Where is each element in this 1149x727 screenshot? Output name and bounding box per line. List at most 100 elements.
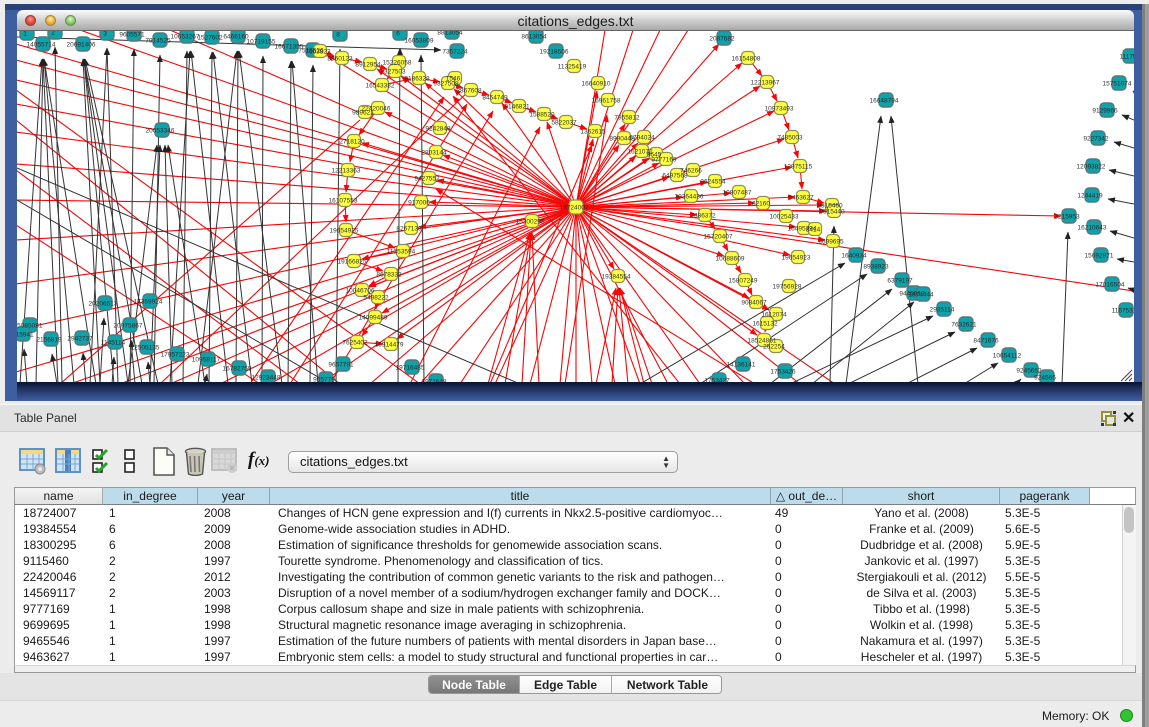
svg-text:1167531: 1167531 (1112, 308, 1134, 315)
svg-text:1753427: 1753427 (704, 378, 730, 383)
svg-text:16154808: 16154808 (732, 56, 761, 63)
svg-text:924565: 924565 (1034, 375, 1056, 382)
svg-text:9699695: 9699695 (818, 239, 844, 246)
svg-text:15300295: 15300295 (516, 219, 545, 226)
svg-text:6: 6 (396, 31, 400, 38)
svg-text:16543382: 16543382 (366, 83, 395, 90)
svg-text:15751074: 15751074 (1103, 81, 1132, 88)
svg-text:5822037: 5822037 (551, 120, 577, 127)
svg-text:2087682: 2087682 (709, 36, 735, 43)
svg-text:8613054: 8613054 (521, 34, 547, 41)
svg-text:917006: 917006 (408, 200, 430, 207)
svg-text:8938923: 8938923 (863, 264, 889, 271)
svg-text:12923448: 12923448 (252, 375, 281, 382)
svg-text:16961758: 16961758 (592, 98, 621, 105)
svg-text:2: 2 (51, 31, 55, 37)
svg-text:8186328: 8186328 (404, 76, 430, 83)
svg-text:9242848: 9242848 (425, 126, 451, 133)
svg-text:25085081: 25085081 (17, 323, 43, 330)
svg-text:17957223: 17957223 (161, 352, 190, 359)
svg-text:10719155: 10719155 (247, 39, 276, 46)
svg-text:12213363: 12213363 (332, 168, 361, 175)
svg-text:15807249: 15807249 (729, 278, 758, 285)
svg-text:16648794: 16648794 (870, 98, 899, 105)
svg-text:19384554: 19384554 (602, 274, 631, 281)
svg-text:8678332: 8678332 (376, 272, 402, 279)
svg-text:1588520: 1588520 (529, 112, 555, 119)
svg-text:8960123: 8960123 (327, 56, 353, 63)
svg-text:8912954: 8912954 (355, 62, 381, 69)
svg-text:16053809: 16053809 (405, 38, 434, 45)
svg-text:1753426: 1753426 (770, 369, 796, 376)
svg-text:17359924: 17359924 (134, 299, 163, 306)
svg-text:10688609: 10688609 (716, 256, 745, 263)
svg-text:1640934: 1640934 (841, 253, 867, 260)
svg-text:1974444: 1974444 (908, 292, 934, 299)
svg-text:1145114: 1145114 (101, 340, 126, 347)
svg-text:1: 1 (23, 31, 27, 38)
svg-text:12213967: 12213967 (751, 80, 780, 87)
svg-text:62160: 62160 (752, 201, 770, 208)
svg-text:8990448: 8990448 (609, 136, 635, 143)
svg-text:10973493: 10973493 (765, 106, 794, 113)
svg-text:1362615: 1362615 (580, 129, 606, 136)
svg-text:6379197: 6379197 (887, 278, 913, 285)
svg-text:9146821: 9146821 (504, 104, 530, 111)
svg-text:11353594: 11353594 (387, 249, 416, 256)
svg-text:19716485: 19716485 (396, 365, 425, 372)
svg-text:3: 3 (103, 31, 107, 38)
svg-text:14136141: 14136141 (727, 362, 756, 369)
svg-text:2935114: 2935114 (930, 307, 955, 314)
svg-text:7914525: 7914525 (145, 38, 171, 45)
svg-text:14055714: 14055714 (27, 42, 56, 49)
svg-text:6497568: 6497568 (662, 173, 688, 180)
svg-text:16210643: 16210643 (1078, 225, 1107, 232)
svg-text:19166825: 19166825 (338, 259, 367, 266)
svg-text:2156819: 2156819 (36, 337, 62, 344)
svg-text:8471676: 8471676 (973, 338, 999, 345)
svg-text:7386372: 7386372 (690, 213, 716, 220)
svg-text:16782759: 16782759 (223, 366, 252, 373)
svg-text:9515440: 9515440 (819, 209, 845, 216)
svg-text:10807487: 10807487 (723, 190, 752, 197)
svg-text:11325419: 11325419 (558, 64, 587, 71)
svg-text:12505135: 12505135 (131, 345, 160, 352)
svg-text:20691406: 20691406 (67, 42, 96, 49)
svg-text:10958117: 10958117 (192, 357, 221, 364)
svg-text:14099489: 14099489 (359, 315, 388, 322)
svg-text:19654925: 19654925 (330, 228, 359, 235)
svg-text:20206513: 20206513 (89, 301, 118, 308)
svg-text:16914479: 16914479 (375, 342, 404, 349)
svg-text:1244419: 1244419 (1077, 193, 1103, 200)
svg-text:8813054: 8813054 (437, 31, 463, 37)
svg-text:3215953: 3215953 (1054, 214, 1080, 221)
svg-text:7625402: 7625402 (342, 340, 368, 347)
svg-text:5498222: 5498222 (363, 295, 389, 302)
svg-text:7663822: 7663822 (305, 49, 331, 56)
svg-text:15692971: 15692971 (1085, 253, 1114, 260)
svg-text:3624554: 3624554 (700, 179, 726, 186)
svg-text:9777169: 9777169 (651, 157, 677, 164)
svg-text:12093822: 12093822 (1077, 164, 1106, 171)
svg-text:10025433: 10025433 (770, 214, 799, 221)
svg-text:6466160: 6466160 (223, 34, 249, 41)
svg-text:16640910: 16640910 (582, 81, 611, 88)
svg-text:20053346: 20053346 (146, 128, 175, 135)
svg-text:8454749: 8454749 (482, 95, 508, 102)
svg-text:17016504: 17016504 (1096, 282, 1125, 289)
svg-text:1971648: 1971648 (421, 379, 447, 383)
svg-text:8414: 8414 (806, 227, 821, 234)
svg-text:9463627: 9463627 (788, 195, 814, 202)
svg-text:3915941: 3915941 (17, 332, 34, 339)
svg-text:19654923: 19654923 (782, 255, 811, 262)
svg-text:20975867: 20975867 (114, 323, 143, 330)
svg-text:252254: 252254 (763, 344, 785, 351)
svg-text:2867608: 2867608 (456, 88, 482, 95)
svg-text:10654112: 10654112 (993, 353, 1022, 360)
svg-text:20364436: 20364436 (675, 194, 704, 201)
svg-text:7485003: 7485003 (777, 135, 803, 142)
svg-text:15226058: 15226058 (383, 60, 412, 67)
svg-text:1527602: 1527602 (197, 35, 223, 42)
svg-text:8267130: 8267130 (396, 226, 422, 233)
svg-text:9245652: 9245652 (1016, 368, 1042, 375)
